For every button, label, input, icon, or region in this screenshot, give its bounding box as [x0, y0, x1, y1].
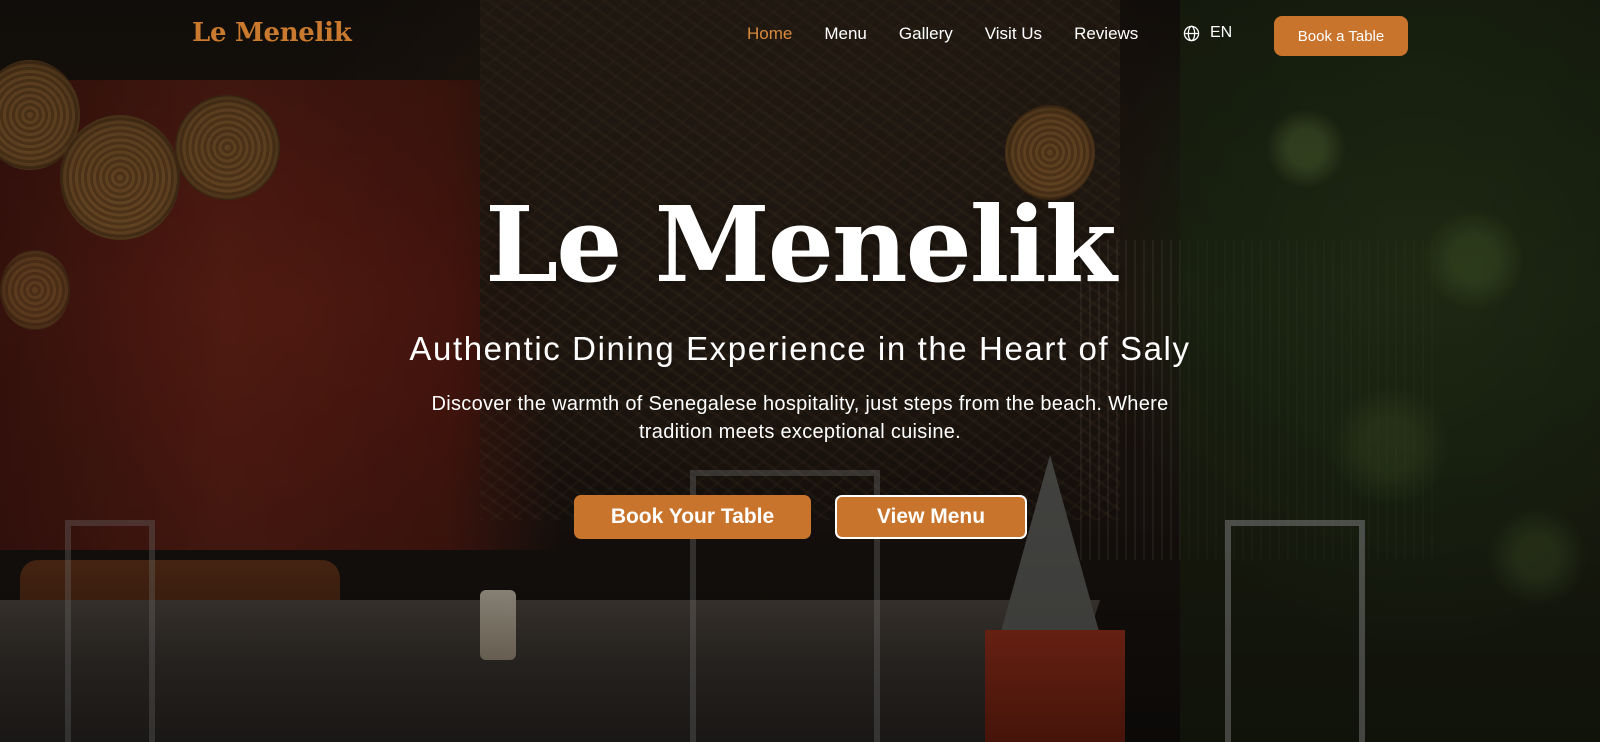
hero-description: Discover the warmth of Senegalese hospit… — [431, 393, 1169, 443]
book-your-table-button[interactable]: Book Your Table — [574, 495, 811, 539]
hero-section: Le Menelik Authentic Dining Experience i… — [0, 0, 1600, 742]
hero-buttons: Book Your Table View Menu — [574, 495, 1027, 539]
hero-subtitle: Authentic Dining Experience in the Heart… — [409, 330, 1191, 367]
hero-title: Le Menelik — [485, 183, 1117, 306]
view-menu-button[interactable]: View Menu — [835, 495, 1027, 539]
